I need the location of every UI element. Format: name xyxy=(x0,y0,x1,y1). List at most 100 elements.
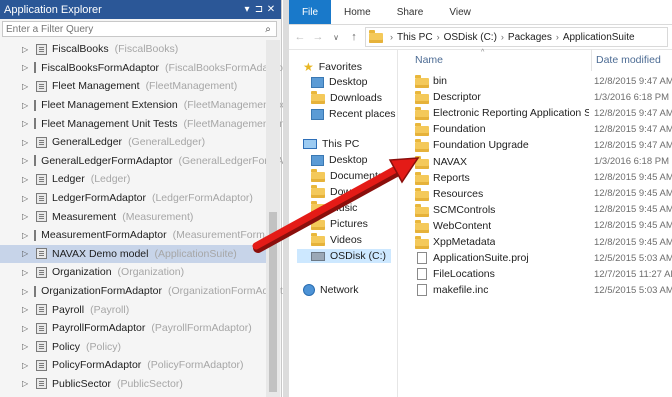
nav-recent-places[interactable]: Recent places xyxy=(311,108,396,120)
file-row[interactable]: Foundation 12/8/2015 9:47 AM xyxy=(401,121,672,137)
tree-item[interactable]: ▷ Fleet Management Extension (FleetManagem… xyxy=(0,96,321,115)
expand-arrow-icon[interactable]: ▷ xyxy=(22,268,30,277)
file-row[interactable]: FileLocations 12/7/2015 11:27 AM xyxy=(401,266,672,282)
tree-item[interactable]: ▷ FiscalBooks (FiscalBooks) xyxy=(0,40,266,59)
breadcrumb-this-pc[interactable]: This PC xyxy=(397,32,433,43)
tab-file[interactable]: File xyxy=(289,0,331,24)
breadcrumb-osdisk[interactable]: OSDisk (C:) xyxy=(444,32,497,43)
tree-item[interactable]: ▷ MeasurementFormAdaptor (MeasurementFormA… xyxy=(0,226,305,245)
expand-arrow-icon[interactable]: ▷ xyxy=(22,194,30,203)
tab-share[interactable]: Share xyxy=(384,0,437,24)
tree-item[interactable]: ▷ GeneralLedgerFormAdaptor (GeneralLedgerF… xyxy=(0,152,317,171)
nav-this-pc[interactable]: This PC xyxy=(303,138,359,150)
tree-item[interactable]: ▷ FiscalBooksFormAdaptor (FiscalBooksFormA… xyxy=(0,59,290,78)
tree-item[interactable]: ▷ Organization (Organization) xyxy=(0,263,266,282)
column-name[interactable]: Name xyxy=(415,54,443,66)
tree-item[interactable]: ▷ Fleet Management (FleetManagement) xyxy=(0,77,266,96)
nav-pc-downloads[interactable]: Downlo xyxy=(311,185,365,198)
tree-item[interactable]: ▷ OrganizationFormAdaptor (OrganizationFor… xyxy=(0,282,296,301)
nav-favorites[interactable]: ★ Favorites xyxy=(303,60,362,74)
tree-item[interactable]: ▷ Measurement (Measurement) xyxy=(0,207,266,226)
expand-arrow-icon[interactable]: ▷ xyxy=(22,379,30,388)
expand-arrow-icon[interactable]: ▷ xyxy=(22,287,28,296)
expand-arrow-icon[interactable]: ▷ xyxy=(22,101,28,110)
breadcrumb-packages[interactable]: Packages xyxy=(508,32,552,43)
expand-arrow-icon[interactable]: ▷ xyxy=(22,231,28,240)
tree-item[interactable]: ▷ PolicyFormAdaptor (PolicyFormAdaptor) xyxy=(0,356,266,375)
tree-item[interactable]: ▷ Ledger (Ledger) xyxy=(0,170,266,189)
expand-arrow-icon[interactable]: ▷ xyxy=(22,361,30,370)
file-row[interactable]: Descriptor 1/3/2016 6:18 PM xyxy=(401,89,672,105)
back-icon[interactable]: ← xyxy=(293,30,307,44)
file-icon xyxy=(417,268,427,281)
file-row[interactable]: Reports 12/8/2015 9:45 AM xyxy=(401,170,672,186)
expand-arrow-icon[interactable]: ▷ xyxy=(22,119,28,128)
file-row[interactable]: Resources 12/8/2015 9:45 AM xyxy=(401,186,672,202)
file-row[interactable]: makefile.inc 12/5/2015 5:03 AM xyxy=(401,282,672,298)
search-icon[interactable]: ⌕ xyxy=(260,24,276,35)
tree-item[interactable]: ▷ Payroll (Payroll) xyxy=(0,300,266,319)
file-date: 1/3/2016 6:18 PM xyxy=(594,156,669,167)
tree-item-model: (LedgerFormAdaptor) xyxy=(151,192,253,205)
tree-item[interactable]: ▷ NAVAX Demo model (ApplicationSuite) xyxy=(0,244,266,264)
file-row[interactable]: Electronic Reporting Application Suite I… xyxy=(401,105,672,121)
file-row[interactable]: XppMetadata 12/8/2015 9:45 AM xyxy=(401,234,672,250)
vertical-scrollbar[interactable] xyxy=(266,40,280,397)
file-row[interactable]: NAVAX 1/3/2016 6:18 PM xyxy=(401,154,672,170)
tab-home[interactable]: Home xyxy=(331,0,384,24)
expand-arrow-icon[interactable]: ▷ xyxy=(22,249,30,258)
tree-item[interactable]: ▷ Policy (Policy) xyxy=(0,338,266,357)
filter-query-input[interactable] xyxy=(3,23,260,35)
nav-network[interactable]: Network xyxy=(303,284,359,296)
model-tree: ▷ FiscalBooks (FiscalBooks) ▷ FiscalBooksFor… xyxy=(0,40,321,394)
file-row[interactable]: Foundation Upgrade 12/8/2015 9:47 AM xyxy=(401,137,672,153)
expand-arrow-icon[interactable]: ▷ xyxy=(22,212,30,221)
pin-icon[interactable]: ⊐ xyxy=(253,4,265,15)
nav-pc-documents[interactable]: Documents xyxy=(311,169,383,182)
tree-item[interactable]: ▷ PayrollFormAdaptor (PayrollFormAdaptor) xyxy=(0,319,266,338)
expand-arrow-icon[interactable]: ▷ xyxy=(22,156,28,165)
up-icon[interactable]: ↑ xyxy=(347,30,361,44)
expand-arrow-icon[interactable]: ▷ xyxy=(22,138,30,147)
forward-icon[interactable]: → xyxy=(311,30,325,44)
model-icon xyxy=(34,229,37,241)
nav-osdisk[interactable]: OSDisk (C:) xyxy=(297,249,391,263)
dropdown-icon[interactable]: ▾ xyxy=(241,4,253,15)
file-row[interactable]: ApplicationSuite.proj 12/5/2015 5:03 AM xyxy=(401,250,672,266)
nav-pc-desktop[interactable]: Desktop xyxy=(311,154,368,166)
nav-downloads[interactable]: Downloads xyxy=(311,91,382,104)
expand-arrow-icon[interactable]: ▷ xyxy=(22,175,30,184)
breadcrumb[interactable]: › This PC › OSDisk (C:) › Packages › App… xyxy=(365,27,668,47)
file-row[interactable]: bin 12/8/2015 9:47 AM xyxy=(401,73,672,89)
expand-arrow-icon[interactable]: ▷ xyxy=(22,324,30,333)
tab-view[interactable]: View xyxy=(436,0,484,24)
tree-item-model: (Policy) xyxy=(86,340,122,353)
breadcrumb-applicationsuite[interactable]: ApplicationSuite xyxy=(563,32,635,43)
recent-locations-icon[interactable]: ∨ xyxy=(329,30,343,44)
file-row[interactable]: WebContent 12/8/2015 9:45 AM xyxy=(401,218,672,234)
expand-arrow-icon[interactable]: ▷ xyxy=(22,82,30,91)
file-row[interactable]: SCMControls 12/8/2015 9:45 AM xyxy=(401,202,672,218)
column-date-modified[interactable]: Date modified xyxy=(591,49,661,71)
tree-item[interactable]: ▷ GeneralLedger (GeneralLedger) xyxy=(0,133,266,152)
nav-desktop[interactable]: Desktop xyxy=(311,76,368,88)
nav-pc-pictures[interactable]: Pictures xyxy=(311,217,368,230)
close-icon[interactable]: ✕ xyxy=(265,4,277,15)
expand-arrow-icon[interactable]: ▷ xyxy=(22,305,30,314)
tree-item[interactable]: ▷ LedgerFormAdaptor (LedgerFormAdaptor) xyxy=(0,189,266,208)
file-date: 12/5/2015 5:03 AM xyxy=(594,284,672,296)
expand-arrow-icon[interactable]: ▷ xyxy=(22,342,30,351)
expand-arrow-icon[interactable]: ▷ xyxy=(22,45,30,54)
scrollbar-thumb[interactable] xyxy=(269,212,277,392)
navigation-pane: ★ Favorites Desktop Downloads Recent pla… xyxy=(289,49,398,397)
tree-item-name: PayrollFormAdaptor xyxy=(52,322,146,335)
folder-icon xyxy=(415,171,429,185)
file-name: Reports xyxy=(433,171,470,184)
nav-pc-music[interactable]: Music xyxy=(311,201,357,214)
nav-pc-videos[interactable]: Videos xyxy=(311,233,362,246)
tree-item[interactable]: ▷ Fleet Management Unit Tests (FleetManage… xyxy=(0,114,318,133)
filter-query-box[interactable]: ⌕ xyxy=(2,21,277,37)
expand-arrow-icon[interactable]: ▷ xyxy=(22,63,28,72)
folder-icon xyxy=(415,139,429,153)
tree-item[interactable]: ▷ PublicSector (PublicSector) xyxy=(0,375,266,394)
